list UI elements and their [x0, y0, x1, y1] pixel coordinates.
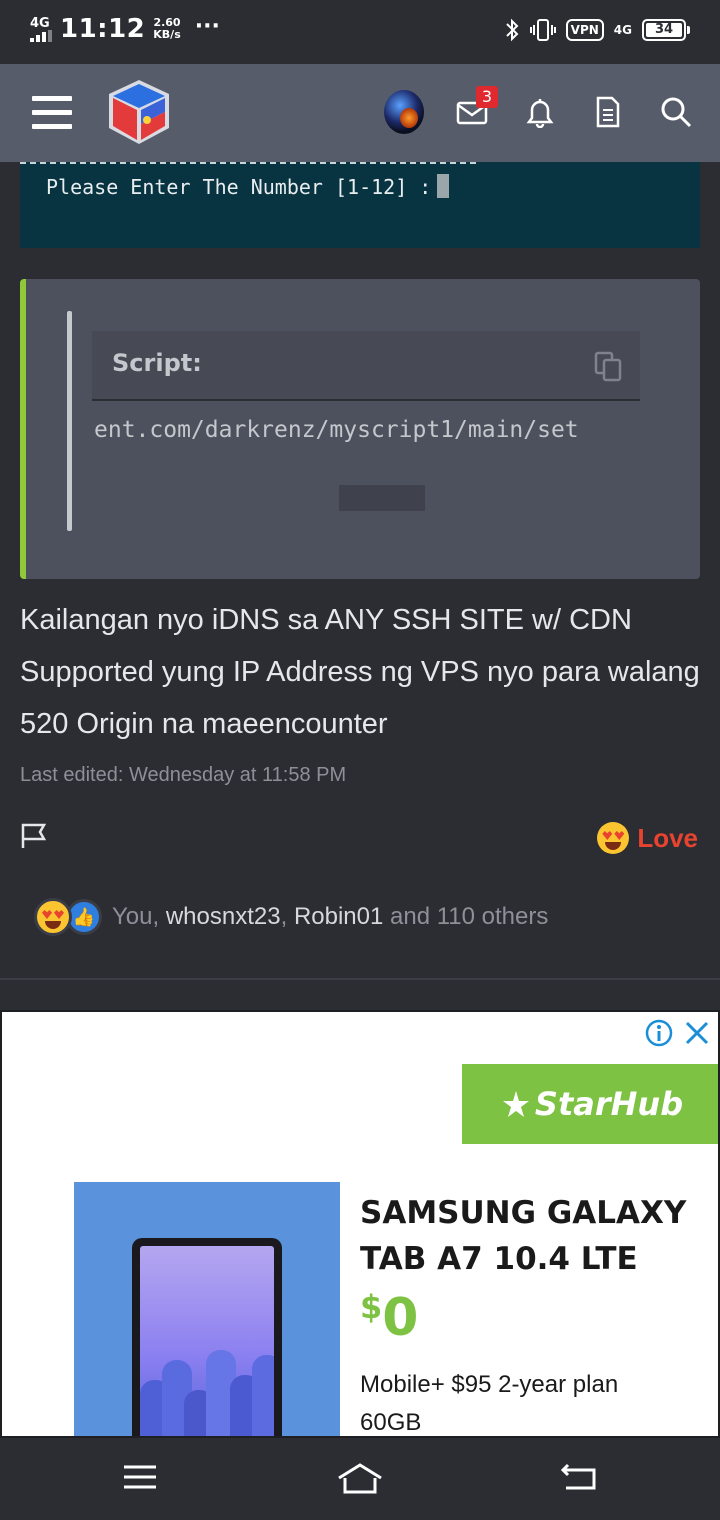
quote-block: Script: ent.com/darkrenz/myscript1/main/…: [20, 279, 700, 579]
price-value: 0: [382, 1288, 419, 1348]
heart-eyes-emoji-icon: [597, 822, 630, 854]
price-currency: $: [360, 1288, 383, 1326]
network-type-secondary: 4G: [613, 23, 632, 37]
status-bar: 4G 11:12 2.60 KB/s ··· VPN 4G 34: [0, 0, 720, 64]
starhub-logo: StarHub: [462, 1064, 718, 1144]
terminal-cursor: [437, 174, 450, 198]
reaction-you: You,: [112, 903, 160, 930]
reactions-text: You, whosnxt23, Robin01 and 110 others: [112, 903, 548, 931]
document-icon[interactable]: [588, 90, 628, 134]
terminal-screenshot: Please Enter The Number [1-12] :: [20, 162, 700, 248]
tablet-image: [74, 1182, 340, 1436]
ad-info-icon[interactable]: [644, 1018, 674, 1048]
recent-apps-icon[interactable]: [122, 1462, 158, 1492]
last-edited: Last edited: Wednesday at 11:58 PM: [20, 764, 347, 786]
network-type: 4G: [30, 15, 50, 31]
vpn-indicator: VPN: [565, 19, 604, 41]
ad-brand: StarHub: [534, 1085, 684, 1123]
post-body: Kailangan nyo iDNS sa ANY SSH SITE w/ CD…: [20, 604, 700, 740]
clock: 11:12: [60, 14, 146, 44]
copy-icon[interactable]: [594, 351, 622, 383]
ad-plan-line: Mobile+ $95 2-year plan: [360, 1371, 619, 1398]
reaction-user[interactable]: Robin01: [294, 903, 383, 930]
heart-eyes-emoji-icon: [34, 898, 72, 936]
post-content: Please Enter The Number [1-12] : Script:…: [0, 162, 720, 980]
vibrate-icon: [529, 19, 556, 41]
menu-icon[interactable]: [32, 96, 72, 130]
divider: [0, 978, 720, 980]
message-badge: 3: [476, 86, 498, 108]
report-flag-icon[interactable]: [20, 822, 48, 850]
more-notifications-icon: ···: [194, 13, 220, 39]
speed-unit: KB/s: [153, 28, 181, 41]
reactions-summary[interactable]: 👍 You, whosnxt23, Robin01 and 110 others: [34, 898, 548, 936]
code-block-header: Script:: [92, 331, 640, 401]
signal-bars-icon: [30, 29, 52, 42]
top-navbar: 3: [0, 64, 720, 162]
bluetooth-icon: [505, 18, 519, 42]
quote-bar: [67, 311, 72, 531]
site-logo[interactable]: [105, 78, 173, 148]
reaction-user[interactable]: whosnxt23: [166, 903, 281, 930]
back-icon[interactable]: [560, 1462, 598, 1492]
love-reaction-button[interactable]: Love: [597, 822, 698, 854]
love-label: Love: [637, 822, 698, 853]
code-block-label: Script:: [112, 349, 202, 377]
ad-plan: Mobile+ $95 2-year plan 60GB: [360, 1366, 619, 1436]
ad-close-icon[interactable]: [682, 1018, 712, 1048]
network-speed: 2.60 KB/s: [153, 17, 180, 41]
home-icon[interactable]: [336, 1462, 384, 1496]
ad-title: SAMSUNG GALAXY TAB A7 10.4 LTE: [360, 1190, 686, 1282]
terminal-prompt: Please Enter The Number [1-12] :: [46, 175, 432, 199]
bell-icon[interactable]: [520, 90, 560, 134]
code-text[interactable]: ent.com/darkrenz/myscript1/main/set: [94, 417, 579, 443]
ad-title-line: TAB A7 10.4 LTE: [360, 1241, 638, 1277]
reaction-others[interactable]: and 110 others: [390, 903, 548, 930]
inbox-icon[interactable]: 3: [452, 86, 498, 134]
advertisement[interactable]: StarHub SAMSUNG GALAXY TAB A7 10.4 LTE $…: [0, 1010, 720, 1438]
ad-title-line: SAMSUNG GALAXY: [360, 1195, 687, 1231]
code-scrollbar[interactable]: [339, 485, 425, 511]
search-icon[interactable]: [656, 90, 696, 134]
battery-level: 34: [646, 23, 682, 37]
system-navigation-bar: [0, 1438, 720, 1520]
star-icon: [502, 1091, 529, 1117]
signal-indicator: 4G: [30, 17, 52, 42]
reaction-separator: ,: [280, 903, 288, 930]
ad-plan-line: 60GB: [360, 1409, 422, 1436]
battery-icon: 34: [642, 19, 690, 41]
user-avatar[interactable]: [384, 90, 424, 134]
ad-price: $0: [360, 1288, 418, 1348]
